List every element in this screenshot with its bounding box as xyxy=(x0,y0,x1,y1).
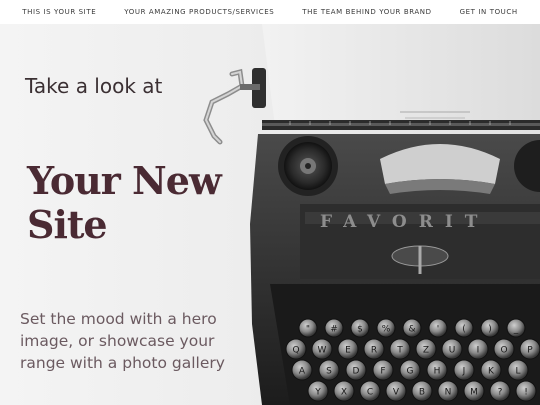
typewriter-key-label: ! xyxy=(524,388,528,398)
typewriter-key-label: ( xyxy=(462,325,466,335)
typewriter-key-label: _ xyxy=(513,325,519,335)
typewriter-key-label: % xyxy=(382,325,391,335)
typewriter-key-label: $ xyxy=(357,325,363,335)
typewriter-key-label: N xyxy=(445,388,452,398)
typewriter-key-label: S xyxy=(326,367,332,377)
typewriter-key-label: A xyxy=(299,367,306,377)
nav-item-team[interactable]: THE TEAM BEHIND YOUR BRAND xyxy=(302,8,431,16)
typewriter-key-label: Z xyxy=(423,346,429,356)
typewriter-key-label: E xyxy=(345,346,351,356)
typewriter-key-label: U xyxy=(449,346,456,356)
nav-item-this-is-your-site[interactable]: THIS IS YOUR SITE xyxy=(22,8,96,16)
typewriter-key-label: V xyxy=(393,388,400,398)
typewriter-key-label: H xyxy=(434,367,441,377)
typewriter-key-label: J xyxy=(462,367,466,377)
typewriter-key-label: ) xyxy=(488,325,492,335)
nav-item-get-in-touch[interactable]: GET IN TOUCH xyxy=(460,8,518,16)
top-navigation: THIS IS YOUR SITE YOUR AMAZING PRODUCTS/… xyxy=(0,0,540,24)
typewriter-key-label: " xyxy=(306,325,310,335)
typewriter-key-label: # xyxy=(330,325,338,335)
typewriter-key-label: M xyxy=(470,388,478,398)
typewriter-key-label: T xyxy=(396,346,403,356)
typewriter-key-label: C xyxy=(367,388,373,398)
typewriter-key-label: F xyxy=(380,367,385,377)
typewriter-key-label: I xyxy=(477,346,480,356)
typewriter-key-label: D xyxy=(353,367,360,377)
typewriter-key-label: ? xyxy=(498,388,503,398)
typewriter-key-label: B xyxy=(419,388,425,398)
typewriter-key-label: O xyxy=(500,346,507,356)
typewriter-key-label: R xyxy=(371,346,377,356)
hero-headline: Your New Site xyxy=(27,158,222,248)
typewriter-key-label: P xyxy=(527,346,533,356)
typewriter-key-label: W xyxy=(318,346,327,356)
hero-section: FAVORIT " # $% & '() _ Q W E R T Z U I O P A S D F G H J K L Y X C V… xyxy=(0,24,540,405)
typewriter-key-label: Q xyxy=(292,346,299,356)
typewriter-key-label: L xyxy=(515,367,520,377)
typewriter-key-label: ' xyxy=(437,325,439,335)
svg-text:FAVORIT: FAVORIT xyxy=(320,212,489,232)
hero-tagline: Take a look at xyxy=(25,74,163,98)
typewriter-key-label: & xyxy=(408,325,415,335)
typewriter-key-label: X xyxy=(341,388,347,398)
typewriter-key-label: Y xyxy=(314,388,321,398)
typewriter-key-label: G xyxy=(407,367,414,377)
hero-body-text: Set the mood with a hero image, or showc… xyxy=(20,309,225,372)
nav-item-products-services[interactable]: YOUR AMAZING PRODUCTS/SERVICES xyxy=(124,8,274,16)
